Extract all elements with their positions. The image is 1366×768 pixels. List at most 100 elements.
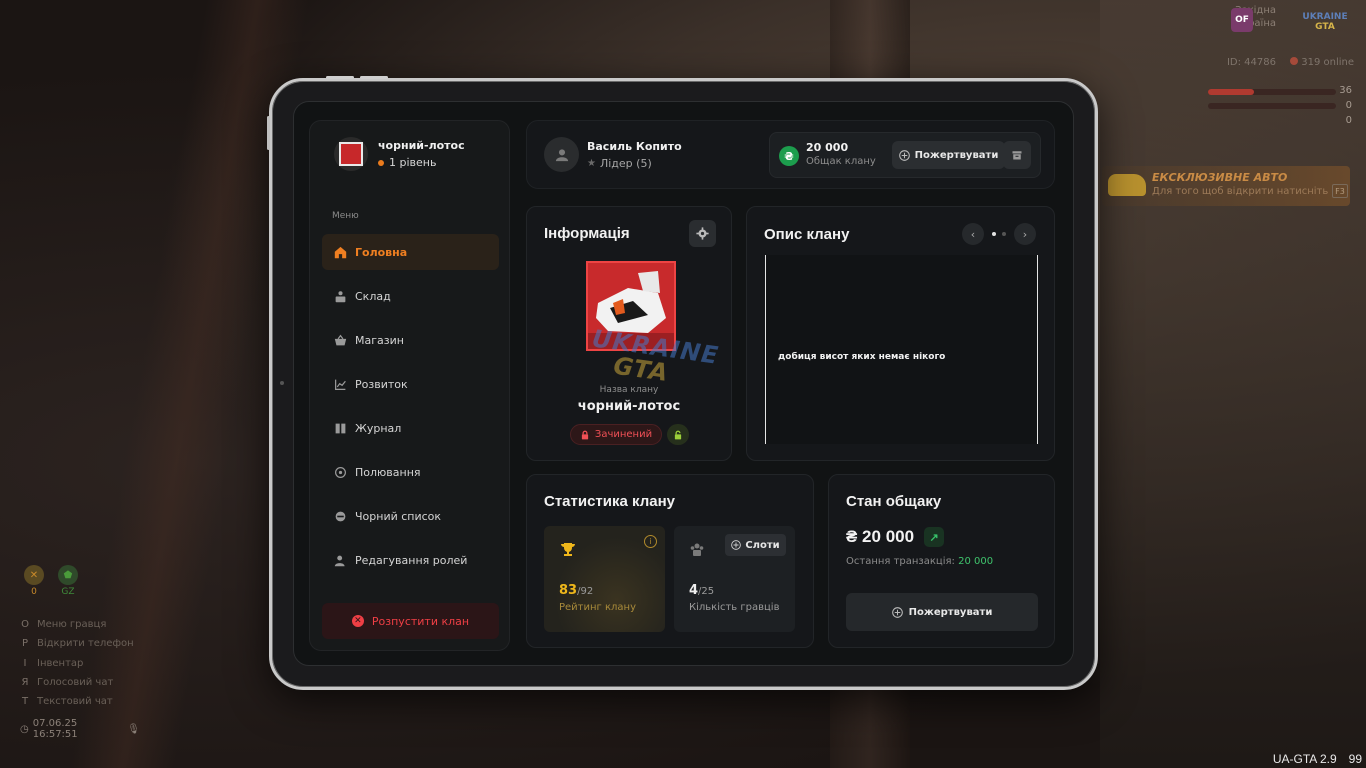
- description-textbox[interactable]: добиця висот яких немає нікого: [765, 255, 1038, 444]
- keyhints-list: O Меню гравця P Відкрити телефон I Інвентар…: [20, 615, 220, 711]
- tablet-button: [360, 76, 388, 79]
- shield-icon: ⬟: [58, 565, 78, 585]
- clan-header: чорний-лотос 1 рівень: [334, 137, 465, 171]
- car-icon: [1108, 174, 1146, 196]
- warehouse-icon: [333, 289, 347, 303]
- settings-button[interactable]: [689, 220, 716, 247]
- status-label: Зачинений: [594, 429, 653, 440]
- microphone-icon: 🎙: [127, 723, 140, 735]
- page-dots: [992, 232, 1006, 236]
- online-icon: [1290, 57, 1299, 65]
- arrow-up-right-icon: ↗: [924, 527, 945, 547]
- treasury-label: Общак клану: [806, 156, 876, 167]
- chevron-right-icon: ›: [1022, 227, 1028, 241]
- sidebar-item-roles[interactable]: Редагування ролей: [322, 542, 499, 578]
- rating-box: i 83/92 Рейтинг клану: [544, 526, 665, 632]
- sidebar-item-label: Склад: [355, 289, 391, 303]
- user-role: ★ Лідер (5): [587, 156, 652, 170]
- hunger-value: 0: [31, 587, 37, 597]
- last-transaction: Остання транзакція: 20 000: [846, 556, 994, 567]
- server-badge: OF: [1231, 8, 1253, 32]
- stats-card: Статистика клану i 83/92 Рейтинг клану С…: [526, 474, 814, 648]
- build-info: UA-GTA 2.9 99: [1273, 752, 1362, 766]
- history-box-button[interactable]: [1003, 141, 1031, 169]
- sidebar-item-journal[interactable]: Журнал: [322, 410, 499, 446]
- info-card: Інформація Назва клану чорний-лотос Зачи…: [526, 206, 732, 461]
- exclusive-title: ЕКСКЛЮЗИВНЕ АВТО: [1152, 171, 1288, 184]
- slots-button[interactable]: Слоти: [725, 534, 786, 556]
- description-card: Опис клану ‹ › добиця висот яких немає н…: [746, 206, 1055, 461]
- sidebar-item-label: Розвиток: [355, 377, 408, 391]
- plus-circle-icon: [898, 149, 910, 161]
- sidebar-item-development[interactable]: Розвиток: [322, 366, 499, 402]
- logo-text-line2: GTA: [1315, 22, 1335, 32]
- stats-title: Статистика клану: [544, 493, 675, 510]
- clock-text: 07.06.25 16:57:51: [32, 718, 78, 740]
- sidebar-item-label: Головна: [355, 245, 408, 259]
- armor-value: 0: [1345, 100, 1352, 111]
- plus-circle-icon: [731, 540, 742, 550]
- donate-button-top[interactable]: Пожертвувати: [892, 141, 1005, 169]
- sidebar-item-warehouse[interactable]: Склад: [322, 278, 499, 314]
- online-text: 319 online: [1301, 57, 1354, 68]
- gear-icon: [696, 227, 709, 240]
- clock-icon: ◷: [20, 723, 29, 735]
- description-text: добиця висот яких немає нікого: [778, 352, 946, 362]
- chart-icon: [333, 377, 347, 391]
- exclusive-subtitle: Для того щоб відкрити натисніть: [1152, 186, 1329, 197]
- fps-counter: 99: [1348, 752, 1362, 766]
- target-icon: [333, 465, 347, 479]
- money-value: 0: [1345, 115, 1352, 126]
- treasury-panel: ₴ 20 000 Общак клану Пожертвувати: [769, 132, 1041, 178]
- donate-label: Пожертвувати: [908, 606, 993, 618]
- clan-level: 1 рівень: [378, 156, 465, 169]
- players-label: Кількість гравців: [689, 602, 780, 613]
- player-id: ID: 44786: [1226, 57, 1276, 68]
- background-wall: [1100, 0, 1366, 768]
- next-page-button[interactable]: ›: [1014, 223, 1036, 245]
- close-circle-icon: ✕: [351, 615, 364, 627]
- donate-button[interactable]: Пожертвувати: [846, 593, 1038, 631]
- clan-name: чорний-лотос: [378, 139, 465, 152]
- treasury-state-title: Стан общаку: [846, 493, 942, 510]
- description-title: Опис клану: [764, 226, 850, 243]
- sidebar-item-blacklist[interactable]: Чорний список: [322, 498, 499, 534]
- treasury-state-amount: ₴ 20 000 ↗: [846, 527, 945, 547]
- slots-label: Слоти: [745, 539, 780, 551]
- sidebar-item-home[interactable]: Головна: [322, 234, 499, 270]
- exclusive-car-banner[interactable]: ЕКСКЛЮЗИВНЕ АВТО Для того щоб відкрити н…: [1102, 166, 1350, 206]
- top-bar: Василь Копито ★ Лідер (5) ₴ 20 000 Общак …: [526, 120, 1055, 189]
- sidebar-item-shop[interactable]: Магазин: [322, 322, 499, 358]
- disband-clan-button[interactable]: ✕ Розпустити клан: [322, 603, 499, 639]
- chevron-left-icon: ‹: [970, 227, 976, 241]
- exclusive-key-hint: F3: [1332, 184, 1348, 198]
- sidebar-item-label: Редагування ролей: [355, 553, 468, 567]
- level-dot-icon: [378, 159, 384, 166]
- description-pager: ‹ ›: [962, 223, 1036, 245]
- treasury-state-card: Стан общаку ₴ 20 000 ↗ Остання транзакці…: [828, 474, 1055, 648]
- info-icon[interactable]: i: [644, 535, 657, 548]
- info-title: Інформація: [544, 225, 630, 242]
- keyhint-row: T Текстовий чат: [21, 696, 113, 708]
- prev-page-button[interactable]: ‹: [962, 223, 984, 245]
- build-version: UA-GTA 2.9: [1272, 752, 1337, 766]
- keyhint-row: O Меню гравця: [21, 619, 107, 631]
- players-value: 4/25: [689, 583, 715, 598]
- tablet-camera: [280, 381, 284, 385]
- greenzone-value: GZ: [61, 587, 75, 597]
- lock-toggle-button[interactable]: [667, 424, 689, 445]
- sidebar-menu: Головна Склад Магазин Розвиток Журнал По…: [322, 234, 499, 586]
- logo-text-line1: UKRAINE: [1302, 12, 1348, 22]
- tablet-side-button: [267, 116, 270, 150]
- treasury-amount: 20 000: [806, 141, 849, 154]
- status-badge: Зачинений: [570, 424, 662, 445]
- clan-name-display: чорний-лотос: [577, 399, 681, 414]
- armor-bar: [1208, 103, 1336, 109]
- keyhint-row: P Відкрити телефон: [21, 638, 134, 650]
- sidebar-item-label: Чорний список: [355, 509, 442, 523]
- sidebar: чорний-лотос 1 рівень Меню Головна Склад…: [309, 120, 510, 651]
- sidebar-item-hunting[interactable]: Полювання: [322, 454, 499, 490]
- box-icon: [1012, 151, 1022, 160]
- health-value: 36: [1339, 85, 1352, 96]
- disband-label: Розпустити клан: [371, 614, 470, 628]
